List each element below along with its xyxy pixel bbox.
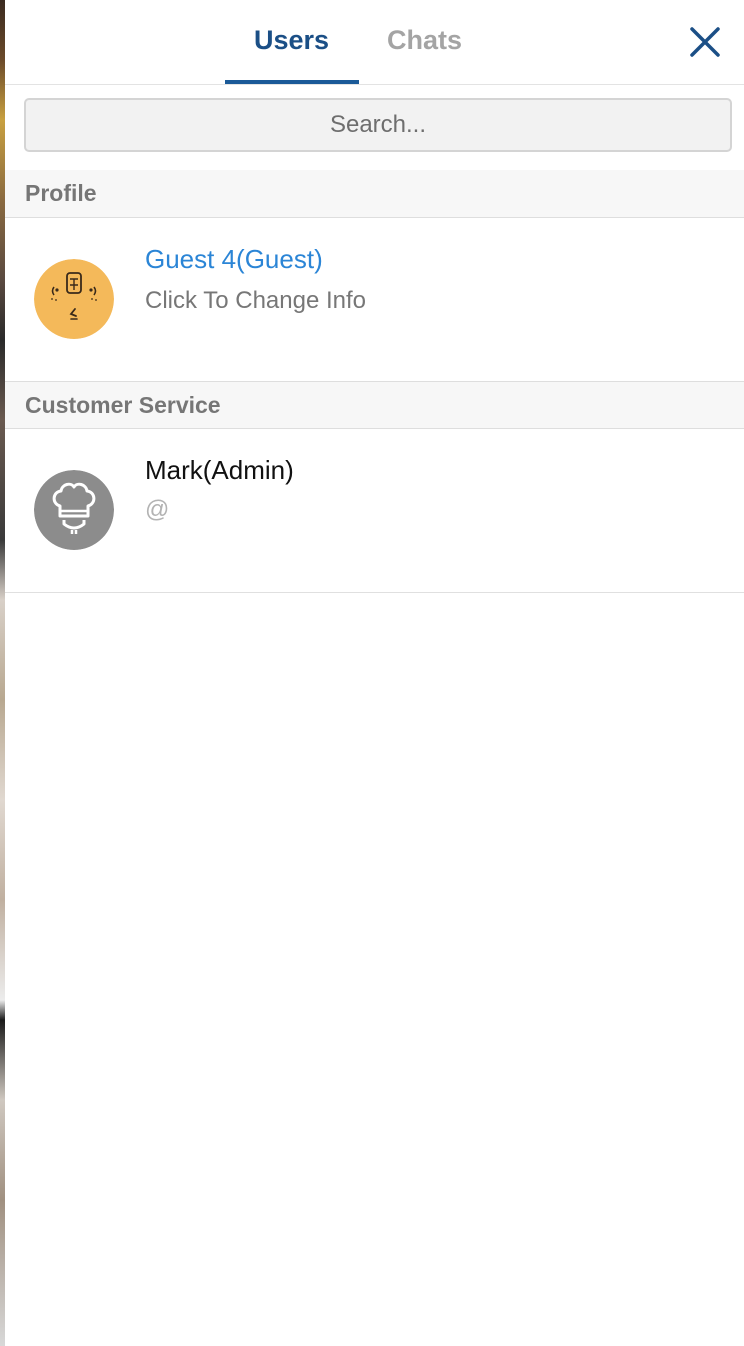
search-bar: [24, 98, 732, 152]
section-title-customer-service: Customer Service: [25, 392, 221, 418]
profile-user-name: Guest 4(Guest): [145, 244, 323, 274]
close-icon[interactable]: [689, 26, 721, 58]
users-panel: Users Chats Profile: [5, 0, 744, 1346]
profile-user-row[interactable]: Guest 4(Guest) Click To Change Info: [5, 219, 744, 381]
section-title-profile: Profile: [25, 180, 97, 206]
section-header-customer-service: Customer Service: [5, 381, 744, 429]
panel-header: Users Chats: [5, 0, 744, 85]
chef-hat-avatar-icon: [34, 470, 114, 550]
admin-user-row[interactable]: Mark(Admin) @: [5, 430, 744, 593]
section-header-profile: Profile: [5, 170, 744, 218]
tab-chats[interactable]: Chats: [387, 24, 462, 56]
search-input[interactable]: [24, 98, 732, 152]
active-tab-indicator: [225, 80, 359, 84]
tab-users[interactable]: Users: [254, 24, 329, 56]
admin-user-name: Mark(Admin): [145, 455, 294, 485]
admin-user-subtitle: @: [145, 496, 170, 523]
guest-face-avatar-icon: [34, 259, 114, 339]
page: Users Chats Profile: [0, 0, 744, 1346]
profile-user-subtitle: Click To Change Info: [145, 287, 367, 314]
